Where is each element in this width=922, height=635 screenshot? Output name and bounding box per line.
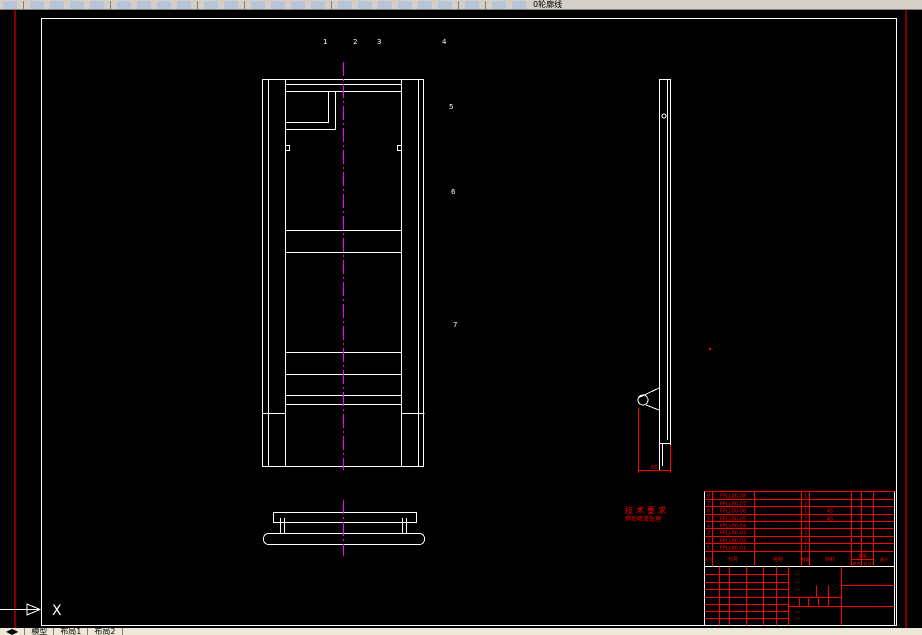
publish-icon[interactable] [70, 0, 84, 9]
tab-layout2[interactable]: 布局2 [88, 628, 123, 635]
dimension-65 [638, 408, 671, 473]
separator [23, 0, 24, 9]
balloon-3: 3 [377, 38, 381, 46]
balloon-1: 1 [323, 38, 327, 46]
part-qty: 2 [804, 539, 807, 545]
part-no: 4 [707, 524, 710, 530]
preview-icon[interactable] [50, 0, 64, 9]
part-code: FPLJ-00-01 [720, 546, 746, 552]
balloon-5: 5 [449, 103, 453, 111]
part-qty: 2 [804, 524, 807, 530]
drawing-canvas[interactable]: 1 2 3 4 5 6 7 65 技术要求 焊后喷漆处理 8 FPLJ-00-08… [0, 10, 922, 628]
pan-icon[interactable] [251, 0, 265, 9]
part-code: FPLJ-00-04 [720, 524, 746, 530]
zoom-realtime-icon[interactable] [271, 0, 285, 9]
part-qty: 1 [804, 546, 807, 552]
paste-icon[interactable] [137, 0, 151, 9]
part-code: FPLJ-00-03 [720, 531, 746, 537]
part-material: 45 [827, 509, 833, 515]
save-icon[interactable] [3, 0, 17, 9]
part-no: 6 [707, 509, 710, 515]
part-no: 7 [707, 502, 710, 508]
properties-icon[interactable] [338, 0, 352, 9]
part-qty: 2 [804, 517, 807, 523]
calculator-icon[interactable] [438, 0, 452, 9]
drawing-frame [41, 18, 897, 626]
layer-dropdown[interactable]: 0轮廓线 [533, 0, 562, 9]
header-name: 名称 [773, 556, 783, 563]
layer-state-icon[interactable] [512, 0, 526, 9]
part-qty: 1 [804, 494, 807, 500]
tech-requirements-title: 技术要求 [625, 505, 669, 515]
balloon-7: 7 [453, 321, 457, 329]
header-unit: 单件 [853, 560, 861, 566]
part-no: 5 [707, 517, 710, 523]
part-no: 1 [707, 546, 710, 552]
balloon-2: 2 [353, 38, 357, 46]
part-no: 3 [707, 531, 710, 537]
title-block: 8 FPLJ-00-08 1 7 FPLJ-00-07 2 6 FPLJ-00-06 1 45 5 F… [704, 491, 895, 626]
markup-icon[interactable] [418, 0, 432, 9]
balloon-6: 6 [451, 188, 456, 196]
part-code: FPLJ-00-08 [720, 494, 746, 500]
ucs-x-label: X [52, 603, 62, 619]
redo-icon[interactable] [224, 0, 238, 9]
separator [197, 0, 198, 9]
balloon-4: 4 [442, 38, 447, 46]
part-qty: 2 [804, 502, 807, 508]
design-center-icon[interactable] [358, 0, 372, 9]
zoom-previous-icon[interactable] [311, 0, 325, 9]
header-qty: 数量 [802, 556, 810, 562]
part-code: FPLJ-00-06 [720, 509, 746, 515]
part-qty: 1 [804, 509, 807, 515]
header-remark: 备注 [880, 556, 888, 562]
block-editor-icon[interactable] [177, 0, 191, 9]
separator [110, 0, 111, 9]
part-qty: 2 [804, 531, 807, 537]
header-material: 材料 [825, 556, 835, 563]
tab-model[interactable]: 模型 [25, 628, 55, 635]
side-view [637, 79, 671, 471]
tab-nav-arrows[interactable]: ◀▶ [0, 628, 26, 635]
header-code: 代号 [728, 556, 738, 563]
layout-tabs: ◀▶ 模型 布局1 布局2 [0, 628, 922, 635]
part-no: 8 [707, 494, 710, 500]
header-total: 总计 [864, 560, 872, 566]
plot-icon[interactable] [30, 0, 44, 9]
separator [331, 0, 332, 9]
tool-palettes-icon[interactable] [378, 0, 392, 9]
help-icon[interactable] [465, 0, 479, 9]
part-material: 45 [827, 517, 833, 523]
header-weight: 重量 [859, 552, 867, 558]
toolbar: 0轮廓线 [0, 0, 922, 10]
tech-requirements-text: 焊后喷漆处理 [625, 515, 661, 523]
ucs-icon [0, 603, 42, 616]
match-properties-icon[interactable] [157, 0, 171, 9]
part-code: FPLJ-00-05 [720, 517, 746, 523]
dimension-text: 65 [651, 465, 657, 471]
marker [709, 348, 711, 350]
part-code: FPLJ-00-07 [720, 502, 746, 508]
header-no: 序号 [705, 556, 713, 562]
zoom-window-icon[interactable] [291, 0, 305, 9]
tab-layout1[interactable]: 布局1 [54, 628, 89, 635]
part-code: FPLJ-00-02 [720, 539, 746, 545]
copy-icon[interactable] [117, 0, 131, 9]
sheet-set-icon[interactable] [398, 0, 412, 9]
separator [485, 0, 486, 9]
separator [244, 0, 245, 9]
part-no: 2 [707, 539, 710, 545]
layer-manager-icon[interactable] [492, 0, 506, 9]
cut-icon[interactable] [90, 0, 104, 9]
undo-icon[interactable] [204, 0, 218, 9]
separator [458, 0, 459, 9]
